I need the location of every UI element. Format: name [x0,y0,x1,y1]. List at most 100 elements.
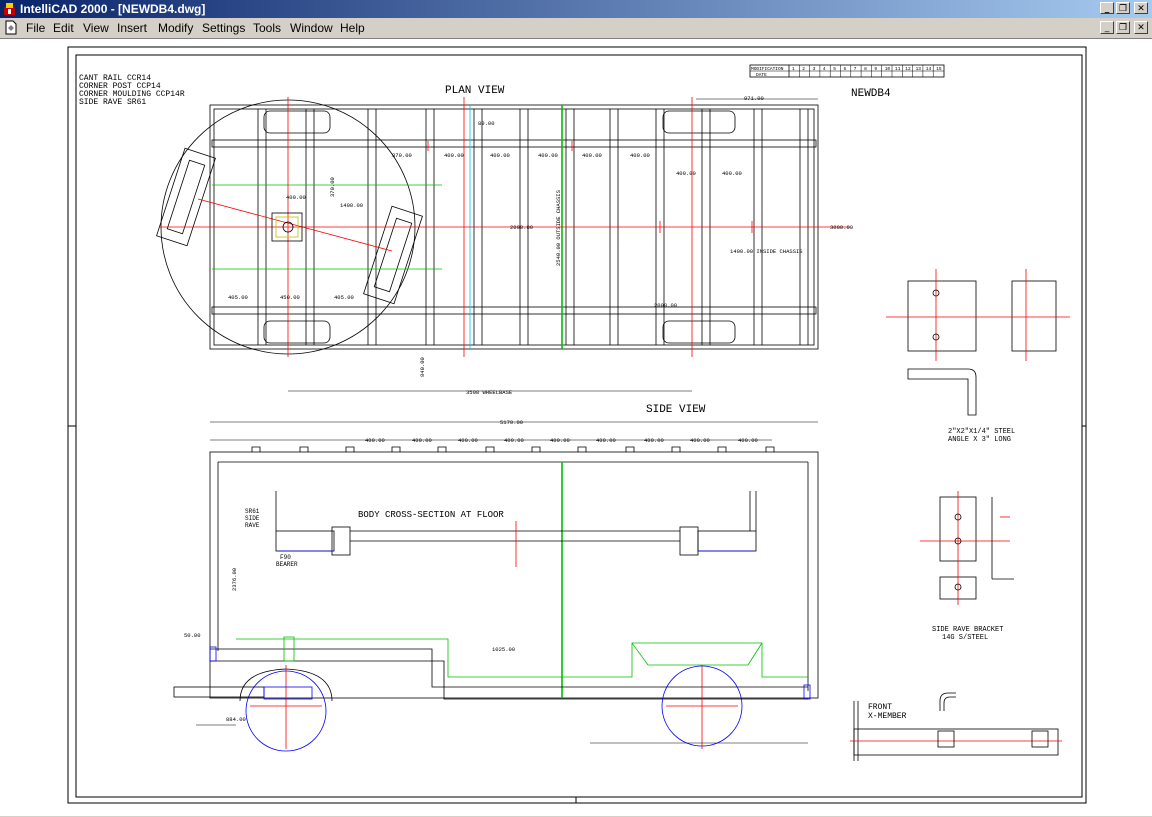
dim-400-b: 400.00 [490,152,510,159]
dim-vert: 370.00 [329,177,336,197]
dim-884: 884.00 [226,716,246,723]
side-dim-400: 400.00 [550,437,570,444]
sr61-label: SR61 [245,508,260,515]
overall-length: 5170.00 [500,419,523,426]
cad-drawing[interactable]: CANT RAIL CCR14 CORNER POST CCP14 CORNER… [0,39,1152,817]
side-dim-400: 400.00 [596,437,616,444]
dim-1025: 1025.00 [492,646,515,653]
dim-405-b: 405.00 [334,294,354,301]
drawing-name: NEWDB4 [851,88,891,100]
front-member-label: X-MEMBER [868,712,907,721]
intellicad-app-icon [4,3,15,15]
close-button[interactable]: ✕ [1134,2,1148,14]
dim-2000-b: 2000.00 [654,302,677,309]
f90-label: F90 [280,554,291,561]
mod-number: 5 [833,66,836,72]
steel-angle-label: 2"X2"X1/4" STEEL [948,428,1015,436]
side-dim-400: 400.00 [412,437,432,444]
dim-400-c: 400.00 [538,152,558,159]
sheet-border [67,46,1087,804]
mod-number: 7 [854,66,857,72]
sr61-label: SIDE [245,515,260,522]
mod-number: 15 [936,66,942,72]
menu-insert[interactable]: Insert [117,21,147,35]
menu-file[interactable]: File [26,21,45,35]
dim-3000: 3000.00 [830,224,853,231]
menu-view[interactable]: View [83,21,109,35]
wheelbase-dim: 3508 WHEELBASE [466,389,513,396]
menu-tools[interactable]: Tools [253,21,281,35]
menu-edit[interactable]: Edit [53,21,74,35]
dim-400-a: 400.00 [444,152,464,159]
sheet-inner-border [75,54,1083,798]
mod-number: 8 [864,66,867,72]
dim-400-plate: 400.00 [286,194,306,201]
dim-450: 450.00 [280,294,300,301]
dim-400-f: 400.00 [676,170,696,177]
dim-1400-plan: 1400.00 [340,202,363,209]
bracket-label: 14G S/STEEL [942,634,988,642]
detail-bracket [920,491,1014,605]
dim-50: 50.00 [184,632,201,639]
sr61-label: RAVE [245,522,260,529]
doc-close-button[interactable]: ✕ [1134,21,1148,34]
menu-help[interactable]: Help [340,21,365,35]
mod-number: 13 [916,66,922,72]
title-bar: IntelliCAD 2000 - [NEWDB4.dwg] _ ❐ ✕ [0,0,1152,18]
front-member-label: FRONT [868,703,892,712]
drawing-canvas[interactable]: CANT RAIL CCR14 CORNER POST CCP14 CORNER… [0,38,1152,816]
detail-steel-angle [886,269,1070,416]
modification-table: 1 2 3 4 5 6 7 8 9 10 11 12 13 14 15 MODIFICATION DATE [749,64,945,78]
doc-minimize-button[interactable]: _ [1100,21,1114,34]
side-dim-400: 400.00 [690,437,710,444]
dim-400-d: 400.00 [582,152,602,159]
mod-number: 10 [885,66,891,72]
bracket-label: SIDE RAVE BRACKET [932,626,1003,634]
dim-1400-inside: 1400.00 INSIDE CHASSIS [730,248,803,255]
dim-2376: 2376.00 [231,568,238,591]
mod-number: 6 [844,66,847,72]
notes-block: CANT RAIL CCR14 CORNER POST CCP14 CORNER… [79,74,185,107]
mod-number: 3 [813,66,816,72]
mod-number: 1 [792,66,795,72]
plan-view-title: PLAN VIEW [445,85,505,97]
mod-number: 2 [802,66,805,72]
dim-400-g: 400.00 [722,170,742,177]
plan-view [156,97,850,357]
side-view: 400.00 400.00 400.00 400.00 400.00 400.00 400.… [173,437,819,752]
minimize-button[interactable]: _ [1100,2,1114,14]
mod-date: DATE [756,72,767,78]
restore-button[interactable]: ❐ [1116,2,1130,14]
menu-bar: File Edit View Insert Modify Settings To… [0,18,1152,38]
menu-window[interactable]: Window [290,21,333,35]
note-line: SIDE RAVE SR61 [79,98,146,107]
drawing-document-icon[interactable] [4,20,18,35]
mod-number: 14 [926,66,932,72]
window-title: IntelliCAD 2000 - [NEWDB4.dwg] [20,2,206,16]
menu-modify[interactable]: Modify [158,21,193,35]
side-dim-400: 400.00 [644,437,664,444]
mod-number: 9 [874,66,877,72]
dim-405-a: 405.00 [228,294,248,301]
dim-2000: 2000.00 [510,224,533,231]
dim-400-e: 400.00 [630,152,650,159]
steel-angle-label: ANGLE X 3" LONG [948,436,1011,444]
side-dim-400: 400.00 [458,437,478,444]
side-dim-400: 400.00 [504,437,524,444]
dim-971: 971.00 [744,95,764,102]
mod-number: 4 [823,66,826,72]
dim-2540: 2540.00 OUTSIDE CHASSIS [555,189,562,266]
menu-settings[interactable]: Settings [202,21,245,35]
side-dim-400: 400.00 [738,437,758,444]
mod-number: 11 [895,66,901,72]
side-view-title: SIDE VIEW [646,404,706,416]
mod-number: 12 [905,66,911,72]
cross-section-label: BODY CROSS-SECTION AT FLOOR [358,510,504,520]
dim-370: 370.00 [392,152,412,159]
doc-restore-button[interactable]: ❐ [1116,21,1130,34]
dim-840: 840.00 [419,357,426,377]
dim-80: 80.00 [478,120,495,127]
f90-label: BEARER [276,561,298,568]
side-dim-400: 400.00 [365,437,385,444]
mod-label: MODIFICATION [751,66,784,72]
